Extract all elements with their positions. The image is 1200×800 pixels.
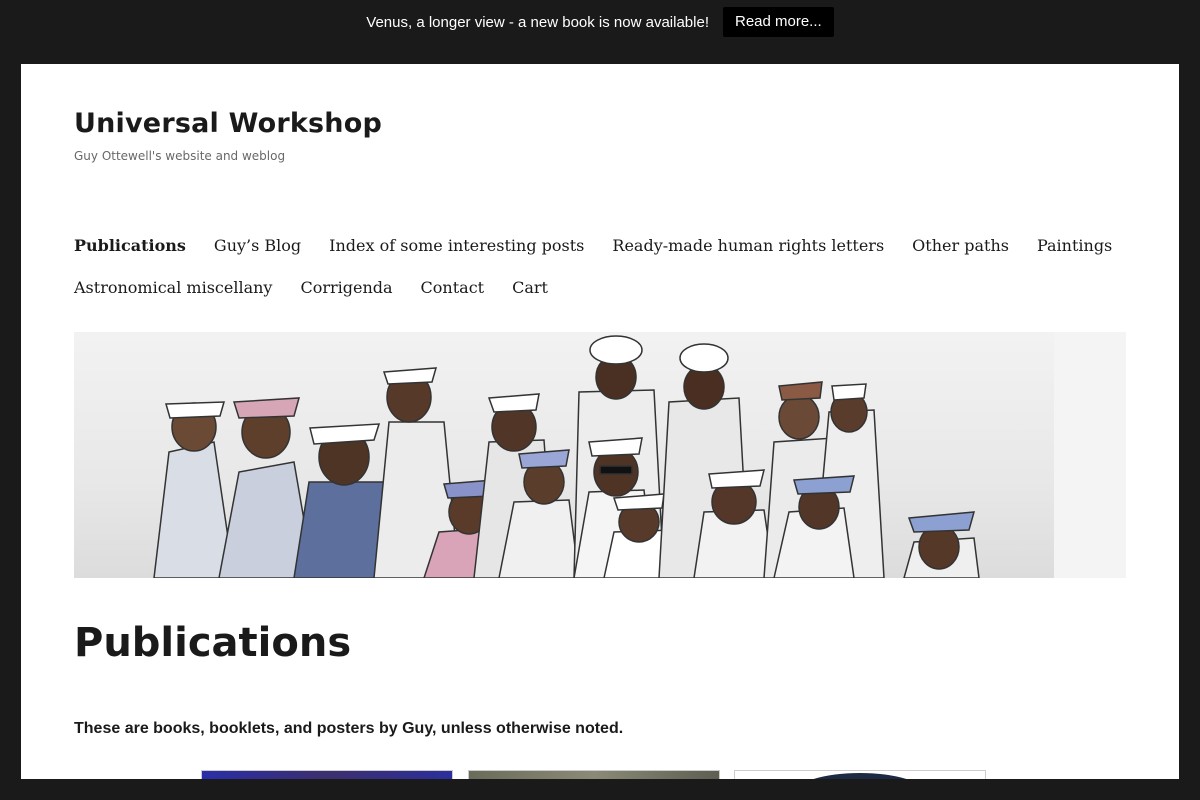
nav-item-contact[interactable]: Contact — [421, 278, 485, 297]
nav-item-index-of-posts[interactable]: Index of some interesting posts — [329, 236, 584, 255]
publication-thumbnail[interactable] — [468, 770, 720, 779]
disc-image — [795, 773, 925, 779]
nav-item-guys-blog[interactable]: Guy’s Blog — [214, 236, 301, 255]
nav-item-cart[interactable]: Cart — [512, 278, 548, 297]
announcement-text: Venus, a longer view - a new book is now… — [366, 13, 709, 31]
nav-item-corrigenda[interactable]: Corrigenda — [300, 278, 392, 297]
page-title: Publications — [74, 620, 352, 666]
site-description: Guy Ottewell's website and weblog — [74, 149, 286, 163]
nav-item-other-paths[interactable]: Other paths — [912, 236, 1009, 255]
announcement-bar: Venus, a longer view - a new book is now… — [0, 0, 1200, 44]
nav-item-paintings[interactable]: Paintings — [1037, 236, 1112, 255]
nav-item-astronomical-miscellany[interactable]: Astronomical miscellany — [74, 278, 272, 297]
site-title[interactable]: Universal Workshop — [74, 108, 382, 139]
nav-row-1: Publications Guy’s Blog Index of some in… — [74, 224, 1112, 266]
read-more-button[interactable]: Read more... — [722, 7, 834, 37]
header-painting-illustration — [153, 332, 1126, 578]
main-navigation: Publications Guy’s Blog Index of some in… — [74, 224, 1112, 308]
nav-item-human-rights-letters[interactable]: Ready-made human rights letters — [612, 236, 884, 255]
nav-row-2: Astronomical miscellany Corrigenda Conta… — [74, 266, 1084, 308]
page-content: Universal Workshop Guy Ottewell's websit… — [21, 64, 1179, 779]
intro-text: These are books, booklets, and posters b… — [74, 720, 624, 737]
nav-item-publications[interactable]: Publications — [74, 236, 186, 255]
publication-thumbnail[interactable] — [734, 770, 986, 779]
header-image — [74, 332, 1126, 578]
publication-thumbnail[interactable] — [201, 770, 453, 779]
